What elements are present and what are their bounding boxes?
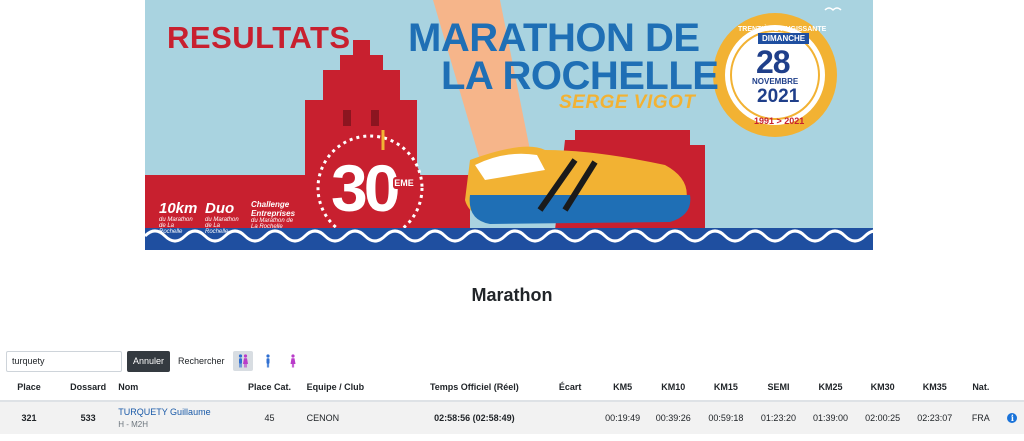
col-gap[interactable]: Écart [542,373,599,402]
col-place[interactable]: Place [0,373,59,402]
banner-subtitle: SERGE VIGOT [559,92,696,113]
cell-nat: FRA [960,401,1001,434]
badge-year: 2021 [757,86,800,107]
cell-semi: 01:23:20 [752,401,805,434]
badge-ring-text: TRENTIÈME RUGISSANTE [738,26,827,33]
cell-place[interactable]: 321 [0,401,59,434]
logo-10km: 10km du Marathon de La Rochelle [159,200,199,235]
badge-date: 28 [756,44,791,80]
man-icon [265,354,270,368]
logo-challenge: Challenge Entreprises du Marathon de La … [251,200,301,230]
cell-km35: 02:23:07 [908,401,961,434]
col-cat-place[interactable]: Place Cat. [232,373,307,402]
cancel-button[interactable]: Annuler [127,350,171,372]
cell-gap [542,401,599,434]
col-nat[interactable]: Nat. [960,373,1001,402]
cell-km5: 00:19:49 [598,401,648,434]
col-km35[interactable]: KM35 [908,373,961,402]
filter-all-genders[interactable] [232,351,253,371]
runner-category: H - M2H [118,420,148,429]
runner-name-link[interactable]: TURQUETY Guillaume [118,407,232,417]
filter-men[interactable] [258,351,278,371]
badge-range: 1991 > 2021 [754,116,805,126]
results-table: Place Dossard Nom Place Cat. Equipe / Cl… [0,373,1024,434]
cell-cat-place: 45 [232,401,307,434]
event-banner: RESULTATS MARATHON DE LA ROCHELLE SERGE … [145,0,873,250]
col-official-time[interactable]: Temps Officiel (Réel) [406,373,543,402]
table-row[interactable]: 321 533 TURQUETY Guillaume H - M2H 45 CE… [0,401,1024,434]
info-icon[interactable]: i [1007,413,1018,423]
logo-challenge-sub: du Marathon de La Rochelle [251,218,294,230]
cell-official-time: 02:58:56 (02:58:49) [406,401,543,434]
results-page: RESULTATS MARATHON DE LA ROCHELLE SERGE … [0,0,1024,441]
search-button[interactable]: Rechercher [175,351,228,372]
banner-resultats: RESULTATS [167,20,351,55]
table-header-row: Place Dossard Nom Place Cat. Equipe / Cl… [0,373,1024,402]
logo-10km-label: 10km [159,200,198,217]
badge-day: DIMANCHE [758,33,810,44]
cell-km30: 02:00:25 [856,401,909,434]
col-km10[interactable]: KM10 [647,373,700,402]
filter-women[interactable] [283,351,303,371]
col-km5[interactable]: KM5 [598,373,648,402]
banner-anniversary-number: 30 [331,151,400,225]
cell-info: i [1000,401,1024,434]
col-name[interactable]: Nom [118,373,233,402]
col-km15[interactable]: KM15 [699,373,753,402]
badge-month: NOVEMBRE [752,77,799,86]
cell-km10: 00:39:26 [647,401,700,434]
col-bib[interactable]: Dossard [58,373,119,402]
logo-duo-label: Duo [205,200,235,217]
cell-club: CENON [306,401,407,434]
col-info [1000,373,1024,402]
woman-icon [290,354,296,368]
col-km25[interactable]: KM25 [804,373,857,402]
logo-duo-sub: du Marathon de La Rochelle [205,217,239,235]
col-semi[interactable]: SEMI [752,373,805,402]
col-club[interactable]: Equipe / Club [306,373,407,402]
logo-challenge-label: Challenge Entreprises [251,200,296,218]
banner-anniversary-suffix: EME [393,177,415,189]
cell-km15: 00:59:18 [699,401,753,434]
cell-bib: 533 [58,401,119,434]
col-km30[interactable]: KM30 [856,373,909,402]
couple-icon [238,354,248,368]
cell-name: TURQUETY Guillaume H - M2H [118,401,233,434]
logo-duo: Duo du Marathon de La Rochelle [205,200,245,235]
cell-km25: 01:39:00 [804,401,857,434]
logo-10km-sub: du Marathon de La Rochelle [159,217,193,235]
search-input[interactable] [6,350,122,372]
event-title: Marathon [471,285,553,305]
search-toolbar: Annuler Rechercher [6,350,303,372]
